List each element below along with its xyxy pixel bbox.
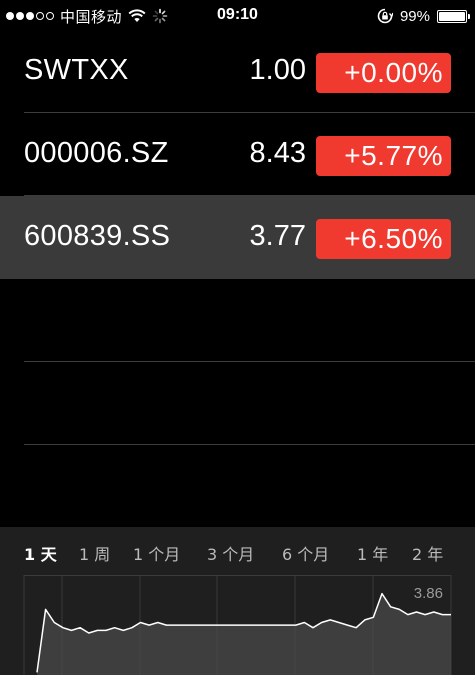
stock-symbol: SWTXX bbox=[24, 54, 129, 86]
price-chart[interactable]: 3.86 bbox=[0, 575, 475, 675]
change-badge[interactable]: +0.00% bbox=[316, 53, 451, 93]
stock-price: 3.77 bbox=[249, 220, 306, 252]
chart-max-label: 3.86 bbox=[414, 585, 443, 602]
stock-row[interactable]: 600839.SS 3.77 +6.50% bbox=[0, 196, 475, 279]
status-right: 99% bbox=[377, 6, 470, 26]
rotation-lock-icon bbox=[377, 8, 393, 24]
empty-row bbox=[0, 279, 475, 362]
stock-row[interactable]: 000006.SZ 8.43 +5.77% bbox=[0, 113, 475, 196]
price-chart-svg: 3.86 bbox=[23, 575, 452, 675]
range-tab-1m[interactable]: 1 个月 bbox=[133, 541, 180, 565]
stock-symbol: 000006.SZ bbox=[24, 137, 169, 169]
stock-row[interactable]: SWTXX 1.00 +0.00% bbox=[0, 30, 475, 113]
change-badge[interactable]: +5.77% bbox=[316, 136, 451, 176]
stock-list: SWTXX 1.00 +0.00% 000006.SZ 8.43 +5.77% … bbox=[0, 30, 475, 445]
row-divider bbox=[24, 444, 475, 445]
chart-panel: 1 天 1 周 1 个月 3 个月 6 个月 1 年 2 年 3.86 bbox=[0, 527, 475, 675]
range-tab-1w[interactable]: 1 周 bbox=[79, 541, 110, 565]
range-tab-2y[interactable]: 2 年 bbox=[412, 541, 443, 565]
range-tab-3m[interactable]: 3 个月 bbox=[207, 541, 254, 565]
stock-price: 1.00 bbox=[249, 54, 306, 86]
range-tab-1y[interactable]: 1 年 bbox=[357, 541, 388, 565]
range-tab-6m[interactable]: 6 个月 bbox=[282, 541, 329, 565]
status-bar: 中国移动 09:10 99% bbox=[0, 0, 475, 32]
chart-area bbox=[37, 593, 451, 675]
change-badge[interactable]: +6.50% bbox=[316, 219, 451, 259]
battery-icon bbox=[437, 9, 470, 23]
empty-row bbox=[0, 362, 475, 445]
stock-price: 8.43 bbox=[249, 137, 306, 169]
stock-symbol: 600839.SS bbox=[24, 220, 171, 252]
range-tab-1d[interactable]: 1 天 bbox=[24, 541, 57, 565]
range-tabs: 1 天 1 周 1 个月 3 个月 6 个月 1 年 2 年 bbox=[0, 541, 475, 565]
battery-fill bbox=[439, 11, 465, 21]
battery-percent: 99% bbox=[399, 7, 430, 25]
